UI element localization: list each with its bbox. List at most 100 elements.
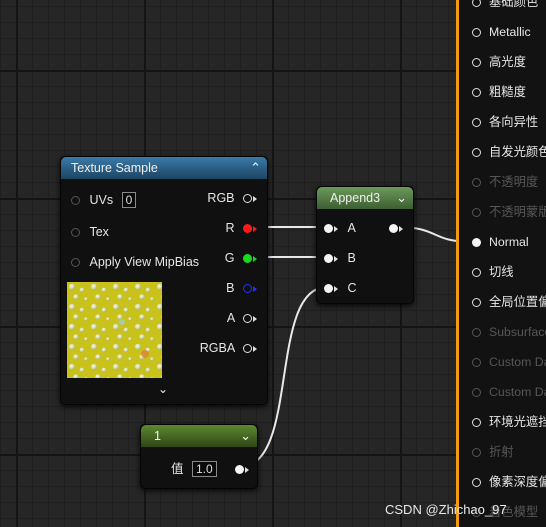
- material-input-subsurface: Subsurface: [472, 324, 546, 340]
- pin-icon[interactable]: [472, 148, 481, 158]
- collapse-chevron-up-icon[interactable]: ⌃: [250, 157, 261, 179]
- pin-icon: [472, 328, 481, 338]
- output-r[interactable]: R: [225, 220, 257, 236]
- g-pin-icon[interactable]: [243, 254, 252, 264]
- append-input-a[interactable]: A: [324, 220, 356, 236]
- pin-icon: [472, 358, 481, 368]
- material-input-label: Custom Data 0: [489, 355, 546, 369]
- input-tex[interactable]: Tex: [71, 224, 109, 240]
- b-arrow-icon: [253, 285, 257, 292]
- output-g[interactable]: G: [225, 250, 257, 266]
- append-a-label: A: [347, 221, 356, 235]
- pin-icon[interactable]: [472, 418, 481, 428]
- pin-icon[interactable]: [472, 88, 481, 98]
- constant-output[interactable]: [235, 461, 249, 477]
- append-a-pin-icon[interactable]: [324, 224, 333, 234]
- uvs-value-field[interactable]: 0: [121, 192, 137, 208]
- material-input-label: 不透明度: [489, 175, 539, 189]
- constant-title: 1: [154, 429, 161, 443]
- pin-icon[interactable]: [472, 298, 481, 308]
- material-input-normal[interactable]: Normal: [472, 234, 529, 250]
- rgba-pin-icon[interactable]: [243, 344, 252, 354]
- output-rgb[interactable]: RGB: [207, 190, 257, 206]
- output-rgba[interactable]: RGBA: [200, 340, 257, 356]
- material-input-label: 环境光遮挡: [489, 415, 546, 429]
- material-input-metallic[interactable]: Metallic: [472, 24, 531, 40]
- a-arrow-icon: [253, 315, 257, 322]
- constant-node[interactable]: 1 ⌄ 值 1.0: [140, 424, 258, 489]
- pin-icon[interactable]: [472, 0, 481, 8]
- tex-pin-icon[interactable]: [71, 228, 80, 238]
- material-input-base-color[interactable]: 基础颜色: [472, 0, 538, 10]
- append-output-pin-icon[interactable]: [389, 224, 398, 234]
- pin-icon[interactable]: [472, 238, 481, 248]
- input-uvs[interactable]: UVs 0: [71, 192, 137, 208]
- material-input-anisotropy[interactable]: 各向异性: [472, 114, 538, 130]
- material-output-panel[interactable]: 基础颜色 Metallic 高光度 粗糙度 各向异性 自发光颜色 不透明度 不透…: [459, 0, 546, 527]
- material-input-label: Custom Data 1: [489, 385, 546, 399]
- material-input-world-position-offset[interactable]: 全局位置偏移: [472, 294, 546, 310]
- constant-value-row[interactable]: 值 1.0: [171, 461, 217, 477]
- material-input-label: 全局位置偏移: [489, 295, 546, 309]
- expand-chevron-down-icon[interactable]: ⌄: [158, 382, 168, 396]
- material-input-specular[interactable]: 高光度: [472, 54, 526, 70]
- input-apply-view-mipbias[interactable]: Apply View MipBias: [71, 254, 199, 270]
- b-pin-icon[interactable]: [243, 284, 252, 294]
- pin-icon[interactable]: [472, 268, 481, 278]
- rgb-pin-icon[interactable]: [243, 194, 252, 204]
- constant-header[interactable]: 1 ⌄: [141, 425, 257, 447]
- r-arrow-icon: [253, 225, 257, 232]
- material-input-label: 折射: [489, 445, 514, 459]
- material-input-label: 粗糙度: [489, 85, 526, 99]
- material-input-emissive[interactable]: 自发光颜色: [472, 144, 546, 160]
- rgba-label: RGBA: [199, 341, 235, 355]
- output-a[interactable]: A: [227, 310, 257, 326]
- a-pin-icon[interactable]: [243, 314, 252, 324]
- watermark: CSDN @Zhichao_97: [385, 502, 507, 517]
- constant-output-pin-icon[interactable]: [235, 465, 244, 475]
- append-input-b[interactable]: B: [324, 250, 356, 266]
- append-b-arrow-icon: [334, 255, 338, 262]
- material-input-tangent[interactable]: 切线: [472, 264, 514, 280]
- append-c-label: C: [347, 281, 357, 295]
- append-b-label: B: [347, 251, 356, 265]
- append-output[interactable]: [389, 220, 403, 236]
- material-input-label: Metallic: [489, 25, 531, 39]
- r-pin-icon[interactable]: [243, 224, 252, 234]
- texture-sample-title: Texture Sample: [71, 161, 158, 175]
- material-input-pixel-depth-offset[interactable]: 像素深度偏移: [472, 474, 546, 490]
- texture-sample-node[interactable]: Texture Sample ⌃ UVs 0 Tex Apply View Mi…: [60, 156, 268, 405]
- pin-icon[interactable]: [472, 58, 481, 68]
- append3-header[interactable]: Append3 ⌄: [317, 187, 413, 209]
- material-input-roughness[interactable]: 粗糙度: [472, 84, 526, 100]
- material-input-opacity-mask: 不透明蒙版: [472, 204, 546, 220]
- constant-value-field[interactable]: 1.0: [192, 461, 217, 477]
- material-input-ambient-occlusion[interactable]: 环境光遮挡: [472, 414, 546, 430]
- append-input-c[interactable]: C: [324, 280, 357, 296]
- pin-icon[interactable]: [472, 118, 481, 128]
- uvs-pin-icon[interactable]: [71, 196, 80, 206]
- tex-label: Tex: [89, 225, 109, 239]
- append3-chevron-down-icon[interactable]: ⌄: [396, 187, 407, 209]
- material-input-label: 高光度: [489, 55, 526, 69]
- pin-icon[interactable]: [472, 478, 481, 488]
- pin-icon: [472, 388, 481, 398]
- mipbias-label: Apply View MipBias: [89, 255, 200, 269]
- append3-node[interactable]: Append3 ⌄ A B C: [316, 186, 414, 304]
- texture-preview-thumbnail: [67, 282, 162, 378]
- r-label: R: [225, 221, 235, 235]
- constant-output-arrow-icon: [245, 466, 249, 473]
- material-input-label: 切线: [489, 265, 514, 279]
- a-label: A: [226, 311, 235, 325]
- pin-icon[interactable]: [472, 28, 481, 38]
- material-input-label: 不透明蒙版: [489, 205, 546, 219]
- append-b-pin-icon[interactable]: [324, 254, 333, 264]
- g-label: G: [224, 251, 235, 265]
- texture-sample-header[interactable]: Texture Sample ⌃: [61, 157, 267, 179]
- append3-title: Append3: [330, 191, 381, 205]
- mipbias-pin-icon[interactable]: [71, 258, 80, 268]
- append-c-pin-icon[interactable]: [324, 284, 333, 294]
- output-b[interactable]: B: [226, 280, 257, 296]
- material-input-custom-data-1: Custom Data 1: [472, 384, 546, 400]
- constant-chevron-down-icon[interactable]: ⌄: [240, 425, 251, 447]
